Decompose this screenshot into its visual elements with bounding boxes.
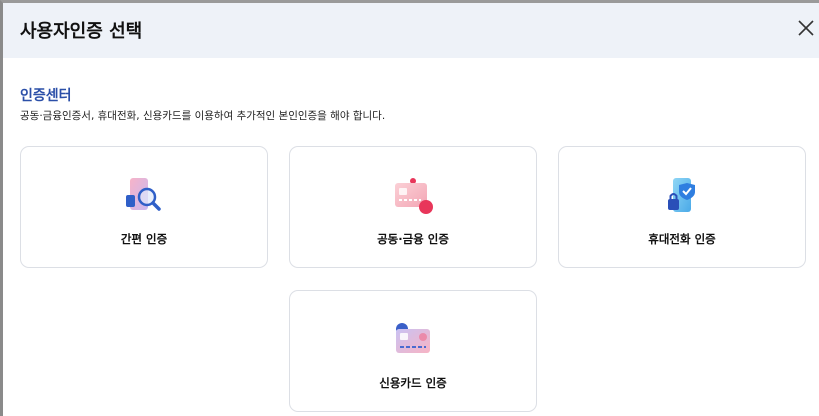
- close-button[interactable]: [795, 17, 817, 39]
- dialog-title: 사용자인증 선택: [20, 21, 143, 42]
- dialog-header: 사용자인증 선택: [3, 3, 819, 58]
- close-icon: [798, 20, 814, 36]
- phone-auth-card[interactable]: 휴대전화 인증: [558, 146, 806, 268]
- simple-auth-label: 간편 인증: [120, 232, 168, 246]
- simple-auth-card[interactable]: 간편 인증: [20, 146, 268, 268]
- certificate-icon: [395, 178, 433, 214]
- certificate-auth-label: 공동·금융 인증: [377, 232, 449, 246]
- credit-card-auth-label: 신용카드 인증: [379, 376, 447, 390]
- phone-auth-icon: [668, 178, 695, 212]
- phone-auth-label: 휴대전화 인증: [648, 232, 716, 246]
- simple-auth-icon: [126, 178, 161, 211]
- credit-card-icon: [396, 323, 430, 353]
- certificate-auth-card[interactable]: 공동·금융 인증: [289, 146, 537, 268]
- section-description: 공동·금융인증서, 휴대전화, 신용카드를 이용하여 추가적인 본인인증을 해야…: [20, 110, 386, 122]
- credit-card-auth-card[interactable]: 신용카드 인증: [289, 290, 537, 412]
- auth-dialog: 사용자인증 선택 인증센터 공동·금융인증서, 휴대전화, 신용카드를 이용하여…: [0, 0, 819, 416]
- section-title: 인증센터: [20, 88, 72, 104]
